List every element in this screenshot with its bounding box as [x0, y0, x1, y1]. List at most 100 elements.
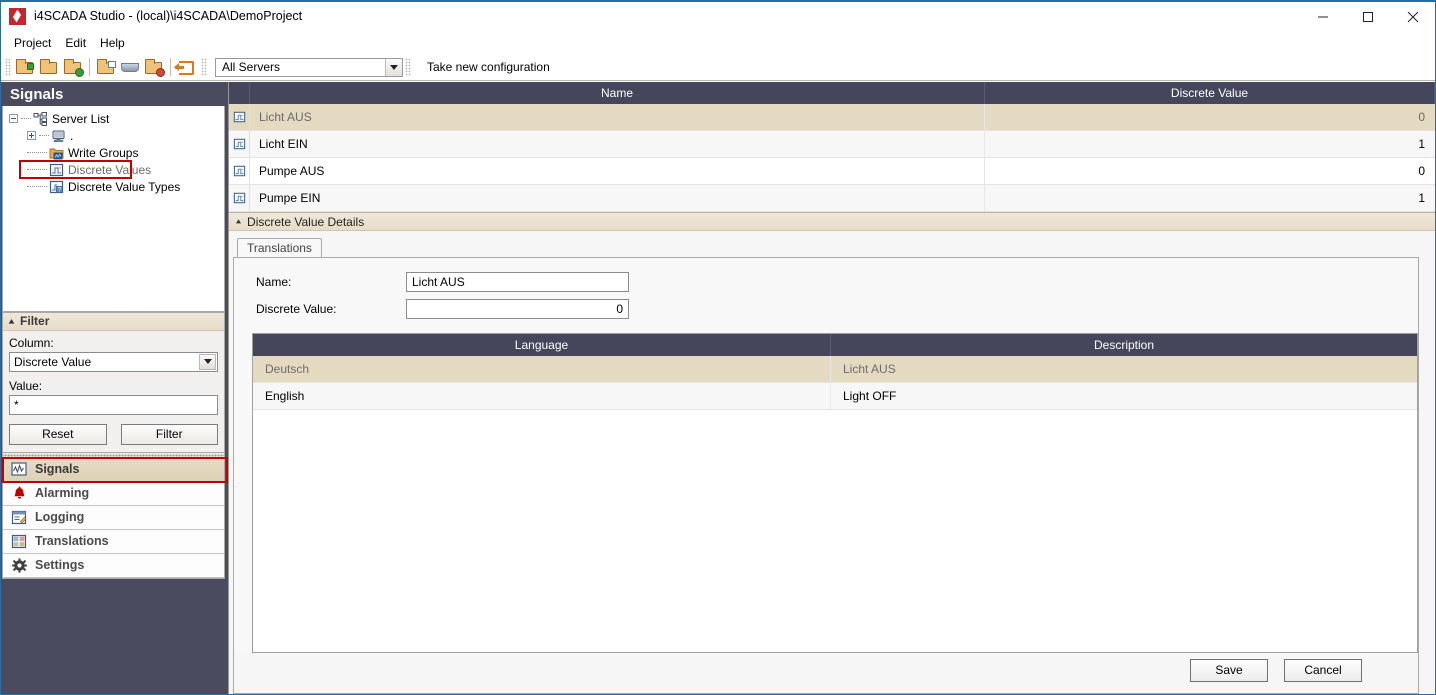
export-icon[interactable] — [119, 57, 141, 78]
row-name: Licht EIN — [250, 131, 985, 157]
discrete-value-label: Discrete Value: — [256, 302, 337, 316]
gear-icon — [11, 557, 28, 573]
grid-header-name[interactable]: Name — [250, 82, 985, 104]
name-input[interactable]: Licht AUS — [406, 272, 629, 292]
chevron-down-icon[interactable] — [199, 353, 216, 370]
sidebar-item-alarming[interactable]: Alarming — [3, 481, 224, 506]
take-new-configuration-button[interactable]: Take new configuration — [427, 60, 550, 74]
sidebar-item-translations[interactable]: Translations — [3, 529, 224, 554]
details-header-label: Discrete Value Details — [247, 214, 365, 229]
tree-node-server[interactable]: . — [3, 127, 224, 144]
tree-label: Discrete Value Types — [68, 179, 181, 194]
row-name: Pumpe AUS — [250, 158, 985, 184]
translations-table-header: Language Description — [253, 334, 1417, 356]
sidebar-item-logging[interactable]: Logging — [3, 505, 224, 530]
details-button-bar: Save Cancel — [234, 653, 1418, 693]
save-button[interactable]: Save — [1190, 658, 1268, 682]
translations-table-empty-area — [253, 410, 1417, 652]
toolbar-grip[interactable] — [5, 58, 11, 76]
tree-node-write-groups[interactable]: Write Groups — [3, 144, 224, 161]
table-row[interactable]: Pumpe AUS 0 — [229, 158, 1435, 185]
row-discrete-value: 1 — [1418, 137, 1425, 151]
delete-project-icon[interactable] — [143, 57, 165, 78]
chevron-down-icon[interactable] — [385, 58, 402, 76]
row-description: Licht AUS — [843, 362, 896, 376]
filter-buttons: Reset Filter — [9, 423, 218, 445]
expand-expander-icon[interactable] — [27, 131, 36, 140]
tab-translations[interactable]: Translations — [237, 238, 322, 257]
menu-project[interactable]: Project — [7, 33, 58, 53]
discrete-values-icon — [49, 163, 64, 177]
table-row[interactable]: Deutsch Licht AUS — [253, 356, 1417, 383]
maximize-button[interactable] — [1345, 2, 1390, 31]
column-header-language[interactable]: Language — [253, 334, 831, 356]
table-row[interactable]: Licht EIN 1 — [229, 131, 1435, 158]
minimize-button[interactable] — [1300, 2, 1345, 31]
table-row[interactable]: Licht AUS 0 — [229, 104, 1435, 131]
sidebar-item-label: Signals — [35, 462, 80, 476]
filter-header[interactable]: ▴ Filter — [3, 312, 224, 331]
server-filter-combo[interactable]: All Servers — [215, 57, 403, 77]
reset-button[interactable]: Reset — [9, 423, 107, 445]
row-name: Licht AUS — [250, 104, 985, 130]
toolbar-grip-3[interactable] — [405, 58, 411, 76]
column-header-description[interactable]: Description — [831, 334, 1417, 356]
table-row[interactable]: English Light OFF — [253, 383, 1417, 410]
open-project-icon[interactable] — [38, 57, 60, 78]
content-area: Name Discrete Value Licht AUS 0 Licht EI… — [228, 82, 1435, 694]
sidebar-item-signals[interactable]: Signals — [3, 457, 224, 482]
details-header[interactable]: ▴ Discrete Value Details — [229, 212, 1435, 231]
filter-button[interactable]: Filter — [120, 423, 218, 445]
new-project-icon[interactable] — [14, 57, 36, 78]
tree-node-discrete-value-types[interactable]: ? Discrete Value Types — [3, 178, 224, 195]
translations-table: Language Description Deutsch Licht AUS E… — [252, 333, 1418, 653]
tree-connector — [27, 169, 47, 170]
discrete-value-row-icon — [229, 185, 250, 211]
menu-help[interactable]: Help — [93, 33, 132, 53]
grid-header-icon-column[interactable] — [229, 82, 250, 104]
row-discrete-value: 0 — [1418, 110, 1425, 124]
discrete-value-row-icon — [229, 131, 250, 157]
server-filter-value: All Servers — [222, 60, 281, 74]
row-language: Deutsch — [253, 356, 831, 382]
details-body: Translations Name: Licht AUS Discrete Va… — [229, 231, 1435, 694]
sidebar-item-label: Logging — [35, 510, 85, 524]
cancel-button[interactable]: Cancel — [1284, 658, 1362, 682]
discrete-value-input[interactable]: 0 — [406, 299, 629, 319]
toolbar: All Servers Take new configuration — [1, 54, 1435, 81]
chevron-up-icon: ▴ — [236, 217, 242, 226]
save-project-icon[interactable] — [62, 57, 84, 78]
signals-waveform-icon — [11, 461, 28, 477]
collapse-expander-icon[interactable] — [9, 114, 18, 123]
row-discrete-value: 1 — [1418, 191, 1425, 205]
panel-title-signals: Signals — [1, 82, 228, 106]
column-label: Column: — [9, 335, 54, 350]
filter-section: ▴ Filter Column: Discrete Value Value: *… — [2, 311, 225, 452]
tree-connector — [21, 118, 31, 119]
toolbar-separator-2 — [170, 58, 171, 76]
signals-grid-body: Licht AUS 0 Licht EIN 1 Pumpe AUS 0 Pump… — [229, 104, 1435, 212]
logging-icon — [11, 510, 28, 525]
logout-icon[interactable] — [174, 57, 198, 78]
sidebar-item-settings[interactable]: Settings — [3, 553, 224, 578]
toolbar-grip-2[interactable] — [201, 58, 207, 76]
chevron-up-icon: ▴ — [9, 316, 15, 326]
grid-header-discrete-value[interactable]: Discrete Value — [985, 82, 1435, 104]
name-label: Name: — [256, 275, 292, 289]
tree-label: Server List — [52, 111, 110, 126]
discrete-value-row-icon — [229, 104, 250, 130]
filter-value-input[interactable]: * — [9, 394, 218, 415]
discrete-value-types-icon: ? — [49, 180, 64, 194]
table-row[interactable]: Pumpe EIN 1 — [229, 185, 1435, 212]
close-button[interactable] — [1390, 2, 1435, 31]
tree-connector — [27, 152, 47, 153]
value-label: Value: — [9, 378, 43, 393]
tree-node-server-list[interactable]: Server List — [3, 110, 224, 127]
import-icon[interactable] — [95, 57, 117, 78]
i4scada-diamond-logo-icon — [9, 7, 26, 25]
toolbar-separator — [89, 58, 90, 76]
filter-column-select[interactable]: Discrete Value — [9, 351, 218, 372]
left-panel-footer — [1, 578, 228, 694]
menu-edit[interactable]: Edit — [58, 33, 93, 53]
tree-node-discrete-values[interactable]: Discrete Values — [3, 161, 224, 178]
